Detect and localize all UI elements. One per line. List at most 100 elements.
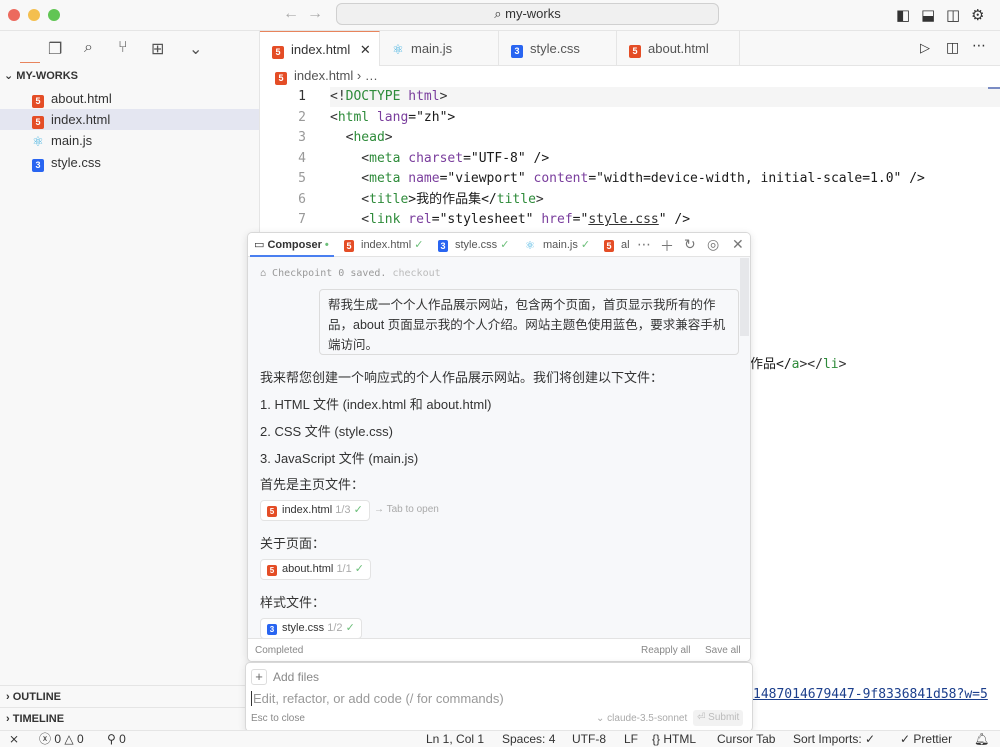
tab-index-html[interactable]: 5 index.html ✕: [260, 31, 380, 66]
css-file-icon: 3: [511, 45, 523, 58]
search-icon: ⌕: [494, 6, 506, 21]
more-icon[interactable]: ⋯: [637, 236, 651, 253]
folder-header[interactable]: ⌄ MY-WORKS: [4, 69, 78, 82]
prettier[interactable]: ✓ Prettier: [900, 731, 952, 748]
submit-button[interactable]: ⏎ Submit: [693, 710, 744, 726]
line-number: 5: [298, 171, 306, 186]
tab-to-open-hint: → Tab to open: [374, 504, 439, 515]
checkpoint: ⌂ Checkpoint 0 saved. checkout: [260, 268, 441, 279]
file-chip-index-html[interactable]: 5 index.html 1/3 ✓: [260, 500, 370, 521]
tab-main-js[interactable]: ⚛ main.js: [380, 31, 499, 66]
composer-icon: ▭: [254, 239, 268, 251]
language-mode[interactable]: {} HTML: [652, 731, 696, 748]
status-bar: ⨯ ⓧ 0 △ 0 ⚲ 0 Ln 1, Col 1 Spaces: 4 UTF-…: [0, 730, 1000, 747]
close-window-button[interactable]: [8, 9, 20, 21]
code-text: <html lang="zh">: [330, 109, 456, 125]
code-text: <!DOCTYPE html>: [330, 89, 448, 104]
toggle-sidebar-icon[interactable]: ◧: [896, 6, 910, 24]
html-file-icon: 5: [32, 116, 44, 129]
model-selector[interactable]: ⌄ claude-3.5-sonnet: [596, 713, 687, 724]
maximize-window-button[interactable]: [48, 9, 60, 21]
files-icon[interactable]: ❐: [48, 39, 62, 59]
plus-icon[interactable]: ＋: [660, 236, 674, 256]
reply-text: 关于页面：: [260, 536, 326, 551]
line-endings[interactable]: LF: [624, 731, 638, 748]
tab-composer[interactable]: ▭ Composer •: [254, 233, 329, 257]
close-icon[interactable]: ✕: [732, 236, 744, 253]
tab-style-css[interactable]: 3 style.css ✓: [438, 233, 509, 257]
html-file-icon: 5: [32, 95, 44, 108]
save-all-button[interactable]: Save all: [705, 639, 741, 661]
add-files-button[interactable]: Add files: [273, 670, 319, 684]
cursor-position[interactable]: Ln 1, Col 1: [426, 731, 484, 748]
forward-arrow-icon[interactable]: →: [307, 5, 323, 23]
plus-icon[interactable]: +: [251, 669, 267, 685]
timeline-section[interactable]: › TIMELINE: [0, 707, 259, 729]
file-index-html[interactable]: 5 index.html: [0, 109, 259, 130]
cursor-tab[interactable]: Cursor Tab: [717, 731, 775, 748]
more-actions-icon[interactable]: ⋯: [972, 37, 986, 54]
code-line[interactable]: 3 <head>: [260, 128, 1000, 149]
checkout-link[interactable]: checkout: [392, 268, 440, 279]
file-chip-style-css[interactable]: 3 style.css 1/2 ✓: [260, 618, 362, 639]
explorer-sidebar: ❐ ⌕ ⑂ ⊞ ⌄ ⌄ MY-WORKS 5 about.html 5 index.…: [0, 31, 260, 730]
outline-section[interactable]: › OUTLINE: [0, 685, 259, 707]
react-file-icon: ⚛: [32, 134, 44, 149]
user-message[interactable]: 帮我生成一个个人作品展示网站，包含两个页面，首页显示我所有的作品，about 页…: [319, 289, 739, 355]
minimize-window-button[interactable]: [28, 9, 40, 21]
search-icon[interactable]: ⌕: [84, 39, 93, 57]
title-bar: ← → ⌕ my-works ◧ ⬓ ◫ ⚙: [0, 0, 1000, 31]
tab-main-js[interactable]: ⚛ main.js ✓: [524, 233, 590, 257]
run-icon[interactable]: ▷: [920, 40, 930, 56]
source-control-icon[interactable]: ⑂: [118, 39, 128, 57]
css-file-icon: 3: [267, 624, 277, 635]
gear-icon[interactable]: ⚙: [971, 6, 984, 24]
checkpoint-icon: ⌂: [260, 268, 273, 279]
code-line[interactable]: 4 <meta charset="UTF-8" />: [260, 149, 1000, 170]
sort-imports[interactable]: Sort Imports: ✓: [793, 731, 875, 748]
scrollbar[interactable]: [740, 258, 749, 336]
code-line[interactable]: 7 <link rel="stylesheet" href="style.css…: [260, 210, 1000, 231]
code-text: <title>我的作品集</title>: [330, 191, 544, 207]
gauge-icon[interactable]: ◎: [707, 236, 719, 253]
close-icon[interactable]: ✕: [360, 42, 371, 57]
editor-tabs: 5 index.html ✕ ⚛ main.js 3 style.css 5 about…: [260, 31, 1000, 66]
active-tab-indicator: [250, 255, 334, 257]
line-number: 1: [298, 89, 306, 104]
reapply-all-button[interactable]: Reapply all: [641, 639, 690, 661]
reply-list-item: 3. JavaScript 文件 (main.js): [260, 451, 419, 466]
html-file-icon: 5: [344, 240, 354, 252]
command-center-search[interactable]: ⌕ my-works: [336, 3, 719, 25]
tab-index-html[interactable]: 5 index.html ✓: [344, 233, 423, 257]
file-chip-about-html[interactable]: 5 about.html 1/1 ✓: [260, 559, 372, 580]
html-file-icon: 5: [267, 506, 277, 517]
problems-indicator[interactable]: ⓧ 0 △ 0: [39, 731, 84, 748]
esc-hint: Esc to close: [251, 713, 305, 724]
indentation[interactable]: Spaces: 4: [502, 731, 555, 748]
html-file-icon: 5: [629, 45, 641, 58]
tab-about-html[interactable]: 5 about.html: [617, 31, 740, 66]
back-arrow-icon[interactable]: ←: [283, 5, 299, 23]
toggle-panel-icon[interactable]: ⬓: [921, 6, 935, 24]
notifications-icon[interactable]: 🔔︎: [974, 731, 989, 748]
toggle-secondary-sidebar-icon[interactable]: ◫: [946, 6, 960, 24]
file-about-html[interactable]: 5 about.html: [0, 88, 259, 109]
ports-indicator[interactable]: ⚲ 0: [107, 731, 126, 748]
code-text: <meta charset="UTF-8" />: [330, 150, 550, 166]
react-file-icon: ⚛: [525, 240, 535, 252]
code-line[interactable]: 5 <meta name="viewport" content="width=d…: [260, 169, 1000, 190]
file-style-css[interactable]: 3 style.css: [0, 152, 259, 173]
code-line[interactable]: 6 <title>我的作品集</title>: [260, 190, 1000, 211]
file-main-js[interactable]: ⚛ main.js: [0, 130, 259, 151]
tab-about-html[interactable]: 5 al: [604, 233, 630, 257]
encoding[interactable]: UTF-8: [572, 731, 606, 748]
extensions-icon[interactable]: ⊞: [151, 39, 164, 59]
code-line[interactable]: 2 <html lang="zh">: [260, 108, 1000, 129]
split-editor-icon[interactable]: ◫: [946, 39, 959, 56]
tab-style-css[interactable]: 3 style.css: [499, 31, 617, 66]
remote-icon[interactable]: ⨯: [9, 731, 19, 748]
history-icon[interactable]: ↻: [684, 236, 696, 253]
composer-input[interactable]: Edit, refactor, or add code (/ for comma…: [251, 691, 741, 706]
code-line[interactable]: 1 <!DOCTYPE html>: [260, 87, 1000, 108]
chevron-down-icon[interactable]: ⌄: [189, 39, 202, 59]
